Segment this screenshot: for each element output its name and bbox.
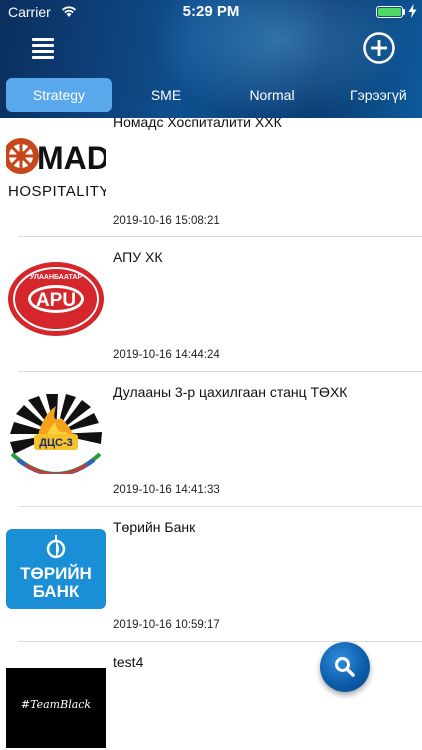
item-name: Номадс Хоспиталити ХХК [113,118,282,130]
item-name: Дулааны 3-р цахилгаан станц ТӨХК [113,384,348,400]
list-item[interactable]: ДЦС-3 Дулааны 3-р цахилгаан станц ТӨХК 2… [0,372,422,507]
menu-line [32,38,54,41]
item-date: 2019-10-16 14:41:33 [113,484,220,496]
charging-icon [408,4,417,18]
svg-text:ТӨРИЙН: ТӨРИЙН [20,564,92,583]
item-date: 2019-10-16 15:08:21 [113,215,220,227]
svg-text:УЛААНБААТАР: УЛААНБААТАР [30,274,83,281]
app-header: Carrier 5:29 PM Strategy SME Normal Гэрэ… [0,0,422,118]
status-time: 5:29 PM [182,3,240,20]
search-button[interactable] [320,642,370,692]
teamblack-logo: #TeamBlack [6,668,106,748]
tab-strategy[interactable]: Strategy [6,78,112,112]
search-icon [335,657,355,677]
svg-text:ДЦС-3: ДЦС-3 [39,437,73,449]
dts3-logo: ДЦС-3 [10,394,102,474]
svg-text:#TeamBlack: #TeamBlack [21,698,92,711]
tab-no-contract[interactable]: Гэрээгүй [330,78,422,112]
svg-text:MAD: MAD [37,140,106,176]
battery-cap [403,9,405,15]
svg-text:HOSPITALITY: HOSPITALITY [8,183,106,200]
svg-text:БАНК: БАНК [33,582,80,601]
tab-bar: Strategy SME Normal Гэрээгүй [0,76,422,116]
item-date: 2019-10-16 10:59:17 [113,619,220,631]
list-item[interactable]: MAD HOSPITALITY Номадс Хоспиталити ХХК 2… [0,118,422,237]
menu-line [32,50,54,53]
menu-line [32,56,54,59]
item-date: 2019-10-16 14:44:24 [113,349,220,361]
list-item[interactable]: APU УЛААНБААТАР АПУ ХК 2019-10-16 14:44:… [0,237,422,372]
item-name: АПУ ХК [113,249,163,265]
list-item[interactable]: ТӨРИЙН БАНК Төрийн Банк 2019-10-16 10:59… [0,507,422,642]
battery-icon [376,6,403,18]
tab-normal[interactable]: Normal [222,78,322,112]
apu-logo: APU УЛААНБААТАР [8,262,104,336]
item-name: Төрийн Банк [113,519,196,535]
tab-sme[interactable]: SME [116,78,216,112]
item-name: test4 [113,654,144,670]
menu-line [32,44,54,47]
add-button[interactable] [362,31,396,65]
svg-text:APU: APU [36,290,76,311]
menu-button[interactable] [30,36,56,60]
nomads-hospitality-logo: MAD HOSPITALITY [6,138,106,200]
turiin-bank-logo: ТӨРИЙН БАНК [6,529,106,609]
status-bar: Carrier 5:29 PM [0,0,422,24]
